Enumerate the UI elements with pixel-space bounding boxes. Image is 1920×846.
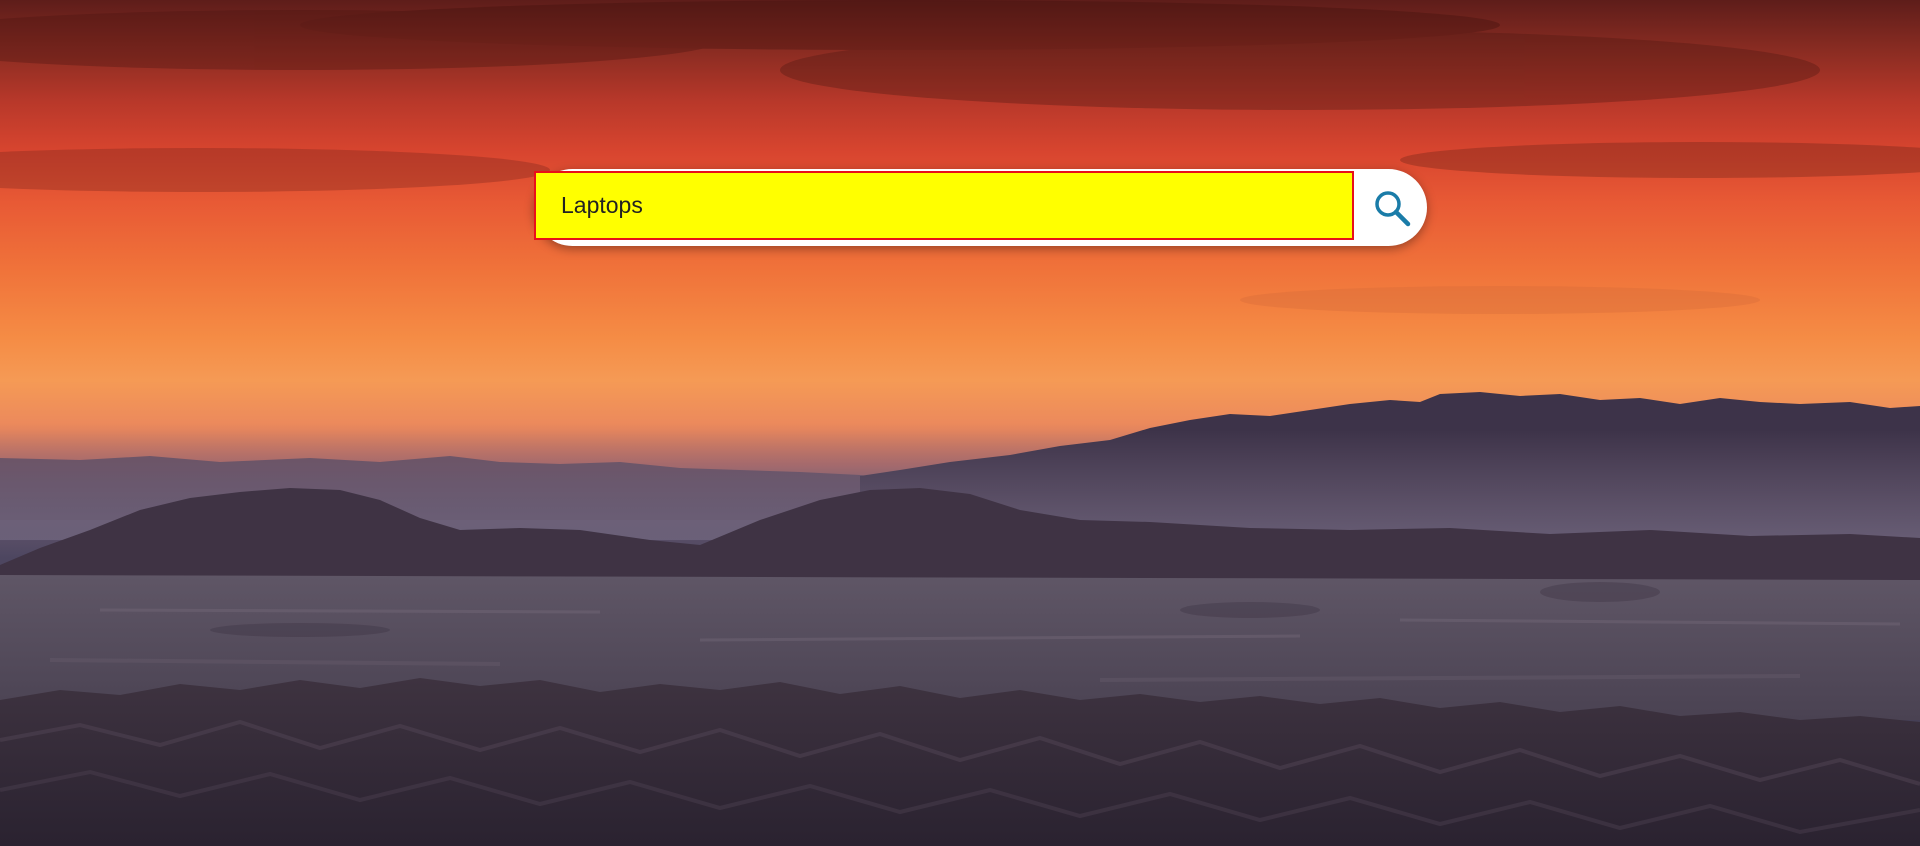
search-bar: [534, 169, 1427, 246]
search-icon: [1374, 190, 1410, 226]
desert-sunset-background: [0, 0, 1920, 846]
search-button[interactable]: [1356, 169, 1427, 246]
cloud-streaks: [0, 0, 1920, 314]
search-page: [0, 0, 1920, 846]
search-input[interactable]: [534, 171, 1354, 240]
